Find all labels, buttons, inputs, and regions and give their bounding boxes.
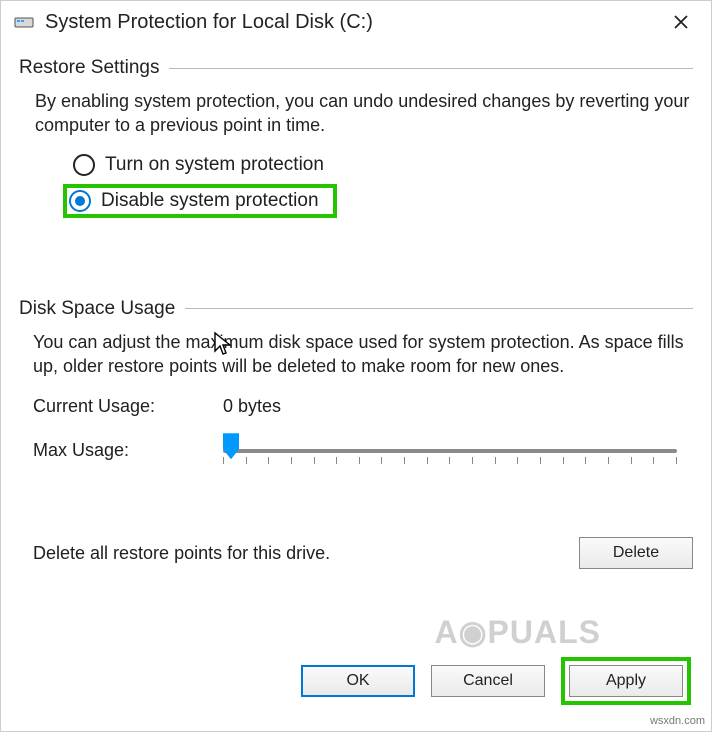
radio-icon [73, 154, 95, 176]
disk-space-header: Disk Space Usage [19, 298, 693, 320]
delete-button-label: Delete [613, 544, 659, 562]
current-usage-label: Current Usage: [33, 396, 223, 417]
max-usage-slider[interactable] [223, 433, 677, 467]
delete-button[interactable]: Delete [579, 537, 693, 569]
delete-row: Delete all restore points for this drive… [33, 537, 693, 569]
max-usage-row: Max Usage: [33, 433, 693, 467]
current-usage-row: Current Usage: 0 bytes [33, 396, 693, 417]
separator-line [185, 308, 693, 309]
disk-space-description: You can adjust the maximum disk space us… [33, 330, 693, 379]
ok-button-label: OK [346, 672, 369, 690]
restore-settings-header: Restore Settings [19, 57, 693, 79]
slider-thumb-icon [223, 433, 239, 459]
separator-line [169, 68, 693, 69]
radio-turn-on[interactable]: Turn on system protection [67, 150, 693, 180]
max-usage-label: Max Usage: [33, 440, 223, 461]
restore-description: By enabling system protection, you can u… [35, 89, 693, 138]
dialog-title: System Protection for Local Disk (C:) [45, 11, 659, 34]
apply-highlight: Apply [561, 657, 691, 705]
close-button[interactable] [659, 6, 703, 38]
radio-turn-on-label: Turn on system protection [105, 154, 324, 176]
apply-button[interactable]: Apply [569, 665, 683, 697]
radio-disable-label: Disable system protection [101, 190, 319, 212]
dialog-footer: OK Cancel Apply [301, 657, 691, 705]
cancel-button[interactable]: Cancel [431, 665, 545, 697]
cancel-button-label: Cancel [463, 672, 513, 690]
delete-description: Delete all restore points for this drive… [33, 543, 579, 564]
disk-space-label: Disk Space Usage [19, 298, 185, 320]
system-protection-dialog: System Protection for Local Disk (C:) Re… [0, 0, 712, 732]
titlebar: System Protection for Local Disk (C:) [1, 1, 711, 43]
credit-text: wsxdn.com [650, 715, 705, 727]
restore-settings-label: Restore Settings [19, 57, 169, 79]
watermark: A◉PUALS [435, 613, 601, 651]
current-usage-value: 0 bytes [223, 396, 281, 417]
apply-button-label: Apply [606, 672, 646, 690]
dialog-body: Restore Settings By enabling system prot… [1, 43, 711, 569]
drive-icon [13, 11, 35, 33]
radio-disable[interactable]: Disable system protection [63, 184, 337, 218]
slider-ticks [223, 457, 677, 465]
radio-icon [69, 190, 91, 212]
ok-button[interactable]: OK [301, 665, 415, 697]
